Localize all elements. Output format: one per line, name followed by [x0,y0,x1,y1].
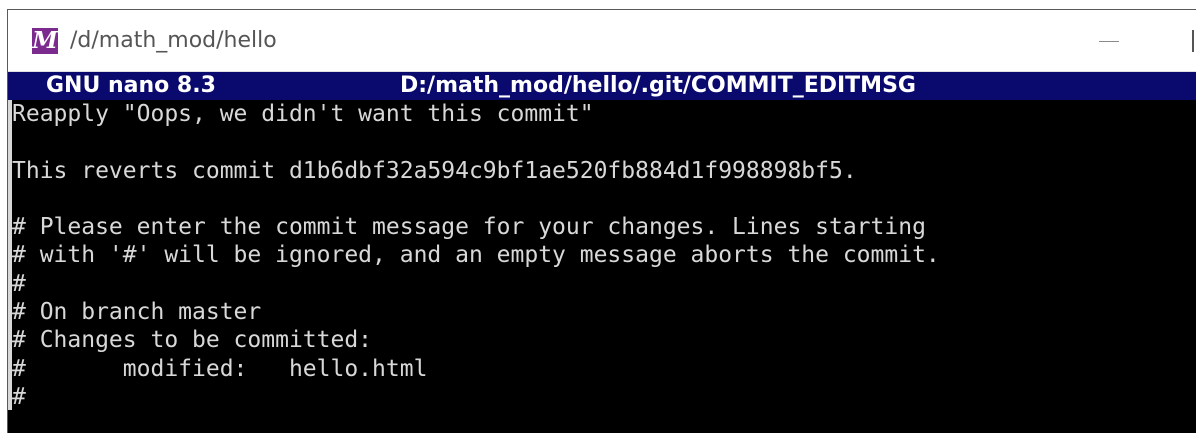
title-bar[interactable]: M /d/math_mod/hello [8,10,1196,72]
editor-line[interactable]: This reverts commit d1b6dbf32a594c9bf1ae… [12,157,1196,185]
editor-line[interactable]: # with '#' will be ignored, and an empty… [12,241,1196,269]
window-title: /d/math_mod/hello [70,28,277,53]
editor-line[interactable] [12,128,1196,156]
editor-line[interactable]: # [12,383,1196,411]
editor-line[interactable]: # On branch master [12,298,1196,326]
nano-version: GNU nano 8.3 [46,73,216,98]
editor-line[interactable]: # Changes to be committed: [12,326,1196,354]
editor-line[interactable]: Reapply "Oops, we didn't want this commi… [12,100,1196,128]
nano-title-bar: GNU nano 8.3 D:/math_mod/hello/.git/COMM… [8,72,1196,100]
terminal-window: M /d/math_mod/hello GNU nano 8.3 D:/math… [8,10,1196,433]
editor-line[interactable]: # [12,270,1196,298]
nano-filename: D:/math_mod/hello/.git/COMMIT_EDITMSG [400,73,916,98]
editor-line[interactable] [12,185,1196,213]
editor-line[interactable]: # Please enter the commit message for yo… [12,213,1196,241]
editor-line[interactable]: # modified: hello.html [12,355,1196,383]
mintty-m-icon: M [32,27,58,54]
minimize-icon [1099,41,1119,42]
maximize-button[interactable] [1192,30,1194,52]
editor-area[interactable]: Reapply "Oops, we didn't want this commi… [8,100,1196,411]
minimize-button[interactable] [1086,26,1132,56]
